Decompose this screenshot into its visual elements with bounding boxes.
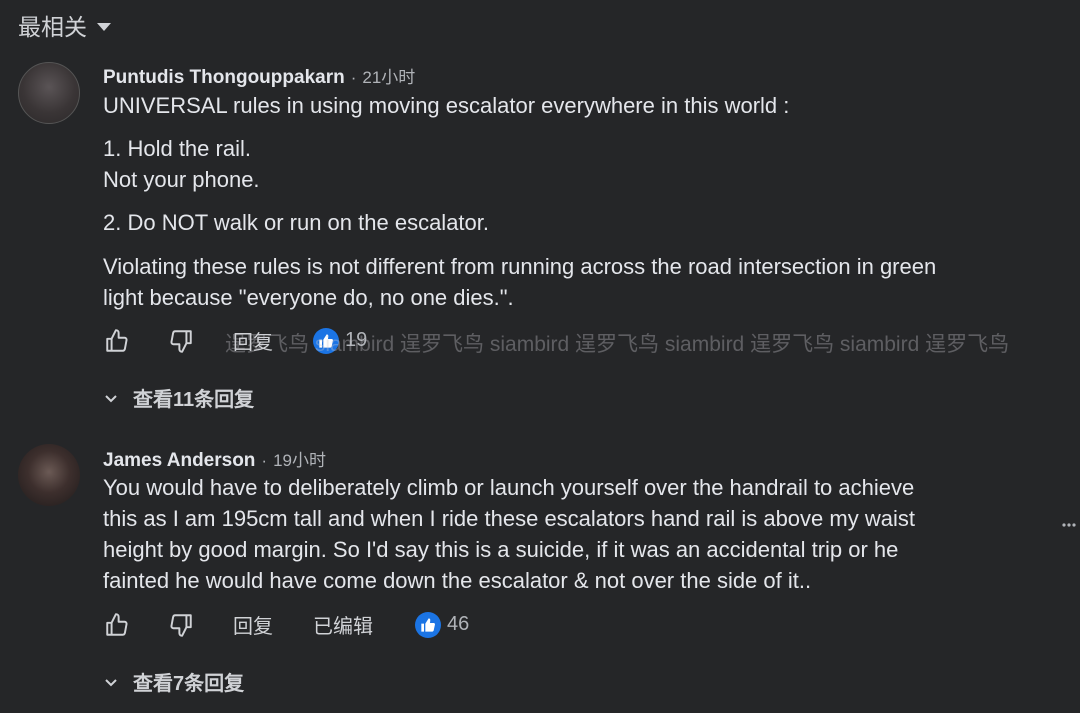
comment-line: this as I am 195cm tall and when I ride … (103, 506, 915, 531)
view-replies-link[interactable]: 查看11条回复 (103, 383, 254, 412)
thumbs-down-outline-icon[interactable] (167, 611, 195, 639)
comment-line: UNIVERSAL rules in using moving escalato… (103, 93, 790, 118)
comment-line: Not your phone. (103, 167, 260, 192)
comment-line: You would have to deliberately climb or … (103, 475, 915, 500)
author-name[interactable]: Puntudis Thongouppakarn (103, 67, 345, 89)
reaction-count[interactable]: 19 (313, 327, 368, 354)
separator-dot: · (350, 68, 357, 87)
timestamp[interactable]: 21小时 (362, 63, 415, 88)
sort-label: 最相关 (18, 14, 87, 40)
comment-line: 1. Hold the rail. (103, 136, 251, 161)
like-badge-icon (415, 611, 441, 638)
chevron-down-icon (105, 678, 117, 686)
comment-header: James Anderson · 19小时 (103, 446, 326, 472)
avatar[interactable] (18, 444, 80, 506)
view-replies-label: 查看11条回复 (133, 389, 255, 411)
thumbs-down-outline-icon[interactable] (167, 327, 195, 355)
reply-button[interactable]: 回复 (233, 610, 273, 639)
comment-line: 2. Do NOT walk or run on the escalator. (103, 210, 489, 235)
like-badge-icon (313, 327, 339, 354)
reply-button[interactable]: 回复 (233, 326, 273, 355)
comment-line: Violating these rules is not different f… (103, 254, 937, 279)
view-replies-label: 查看7条回复 (133, 673, 245, 695)
chevron-down-icon (105, 394, 117, 402)
comment-actions: 回复 已编辑 46 (103, 610, 469, 639)
comment-body: You would have to deliberately climb or … (103, 472, 1053, 596)
separator-dot: · (261, 451, 268, 470)
like-count: 46 (447, 613, 470, 635)
comment-line: height by good margin. So I'd say this i… (103, 537, 899, 562)
avatar[interactable] (18, 62, 80, 124)
comment-body: UNIVERSAL rules in using moving escalato… (103, 90, 1053, 313)
sort-dropdown[interactable]: 最相关 (18, 8, 111, 42)
reaction-count[interactable]: 46 (415, 611, 470, 638)
more-options-icon[interactable] (1062, 512, 1076, 533)
edited-label: 已编辑 (313, 616, 373, 638)
timestamp[interactable]: 19小时 (273, 446, 326, 471)
thumbs-up-outline-icon[interactable] (103, 611, 131, 639)
thumbs-up-outline-icon[interactable] (103, 327, 131, 355)
comment-line: fainted he would have come down the esca… (103, 568, 812, 593)
caret-down-icon (97, 22, 111, 31)
like-count: 19 (345, 329, 368, 351)
view-replies-link[interactable]: 查看7条回复 (103, 667, 244, 696)
comment-line: light because "everyone do, no one dies.… (103, 285, 514, 310)
comment-actions: 回复 19 (103, 326, 367, 355)
comment-header: Puntudis Thongouppakarn · 21小时 (103, 63, 415, 89)
author-name[interactable]: James Anderson (103, 450, 255, 472)
